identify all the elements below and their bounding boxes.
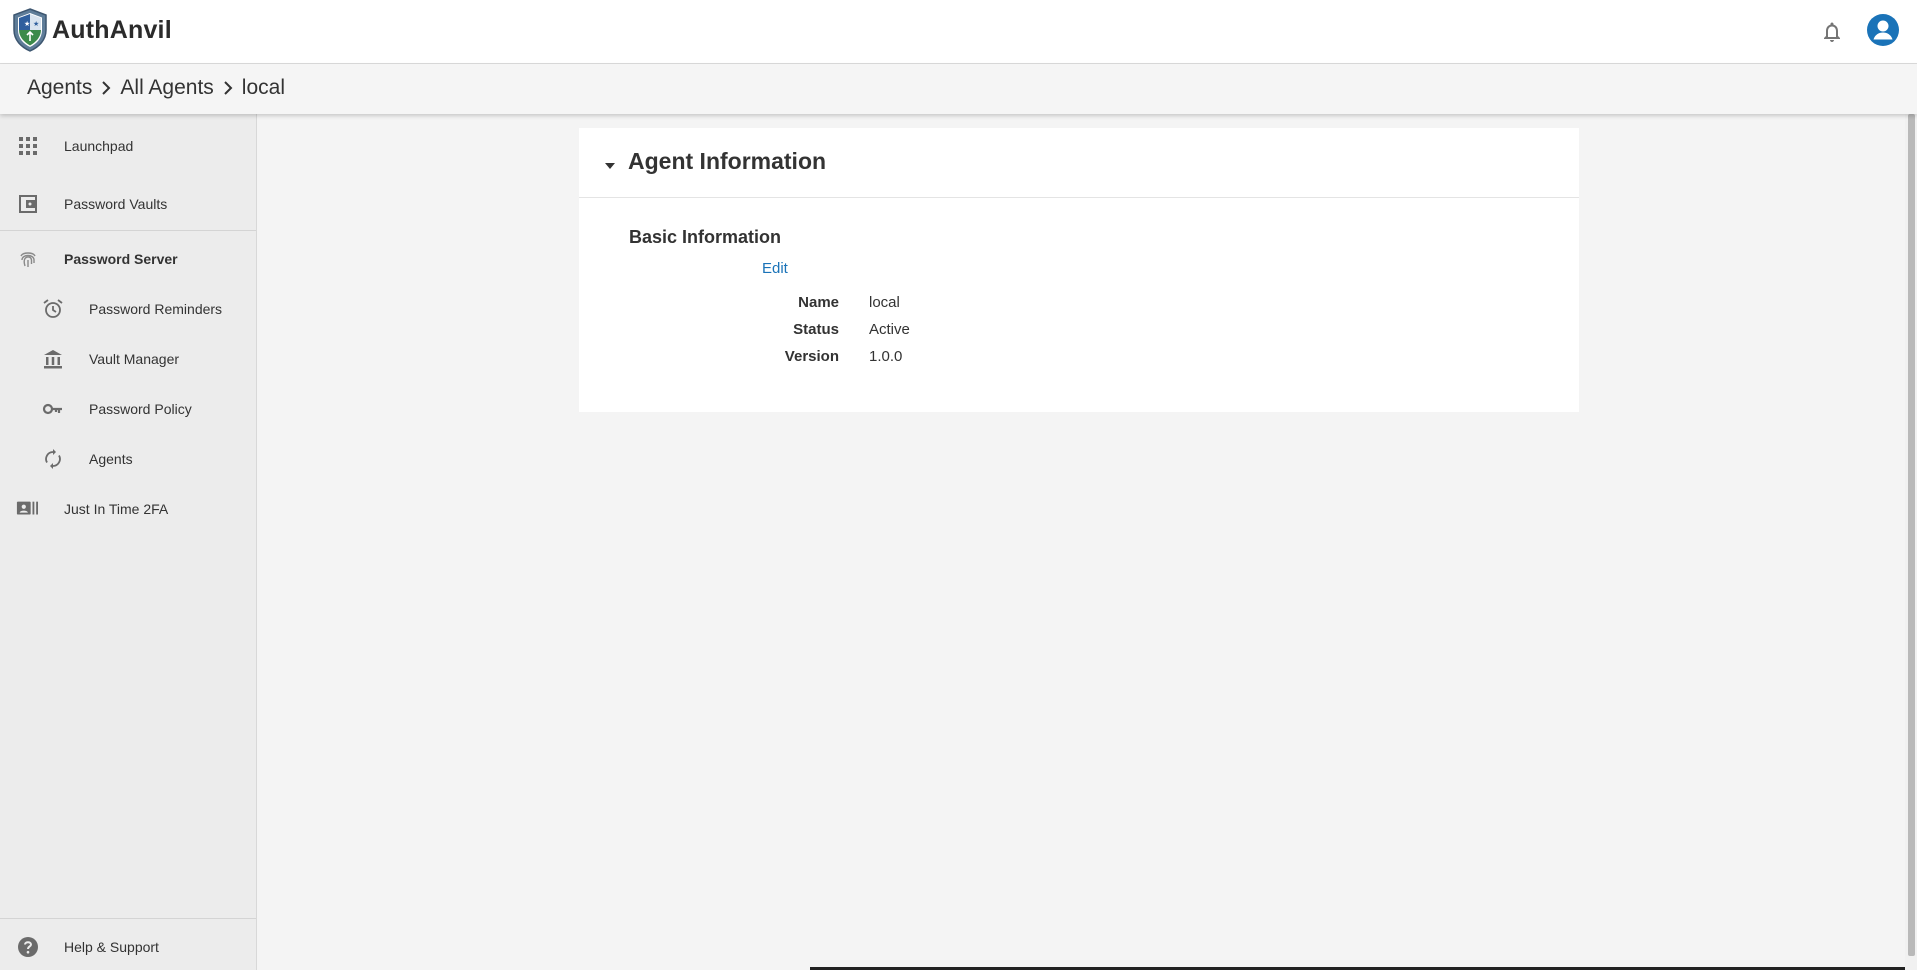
card-header[interactable]: Agent Information: [579, 128, 1579, 198]
breadcrumb-item-all-agents[interactable]: All Agents: [120, 76, 213, 100]
agent-information-card: Agent Information Basic Information Edit…: [579, 128, 1579, 412]
fingerprint-icon: [20, 252, 36, 267]
alarm-clock-icon: [43, 299, 63, 318]
app-logo[interactable]: ★ ★ AuthAnvil: [12, 8, 172, 52]
sidebar-item-label: Vault Manager: [89, 351, 180, 367]
breadcrumb-item-current: local: [241, 76, 285, 99]
bank-icon: [44, 350, 62, 369]
field-value-version: 1.0.0: [869, 348, 903, 365]
shield-logo-icon: ★ ★: [13, 8, 47, 52]
chevron-right-icon: [224, 81, 233, 95]
account-circle-icon: [1873, 20, 1893, 40]
sidebar-item-label: Help & Support: [64, 939, 159, 955]
page-scrollbar-thumb[interactable]: [1908, 114, 1915, 956]
breadcrumb-bar: Agents All Agents local: [0, 64, 1917, 114]
sidebar-divider: [0, 918, 256, 919]
sidebar-item-label: Password Policy: [89, 401, 192, 417]
svg-text:★: ★: [33, 20, 39, 28]
sync-icon: [45, 449, 61, 469]
sidebar-item-just-in-time-2fa[interactable]: Just In Time 2FA: [0, 489, 256, 529]
sidebar-item-password-server[interactable]: Password Server: [0, 239, 256, 279]
account-avatar[interactable]: [1867, 14, 1899, 46]
key-icon: [42, 403, 62, 415]
bell-icon[interactable]: [1820, 20, 1844, 44]
sidebar-item-label: Password Reminders: [89, 301, 223, 317]
sidebar-item-help-support[interactable]: Help & Support: [0, 927, 256, 967]
field-label-version: Version: [784, 348, 839, 365]
sidebar-item-label: Agents: [89, 451, 133, 467]
sidebar-item-label: Password Server: [64, 251, 178, 267]
edit-link[interactable]: Edit: [762, 260, 788, 277]
app-name: AuthAnvil: [52, 15, 172, 44]
breadcrumb: Agents All Agents local: [27, 76, 285, 100]
sidebar-item-agents[interactable]: Agents: [0, 439, 256, 479]
caret-down-icon[interactable]: [605, 163, 615, 169]
sidebar-item-password-policy[interactable]: Password Policy: [0, 389, 256, 429]
grid-icon: [19, 137, 37, 155]
sidebar-item-launchpad[interactable]: Launchpad: [0, 126, 256, 166]
sidebar-item-label: Password Vaults: [64, 196, 168, 212]
field-label-status: Status: [793, 321, 839, 338]
field-value-status: Active: [869, 321, 910, 338]
field-label-name: Name: [798, 294, 839, 311]
sidebar-item-password-reminders[interactable]: Password Reminders: [0, 289, 256, 329]
card-title: Agent Information: [628, 148, 827, 174]
chevron-right-icon: [102, 81, 111, 95]
breadcrumb-item-agents[interactable]: Agents: [27, 76, 92, 100]
top-header: ★ ★ AuthAnvil: [0, 0, 1917, 64]
sidebar-item-password-vaults[interactable]: Password Vaults: [0, 184, 256, 224]
field-value-name: local: [869, 294, 900, 311]
svg-text:★: ★: [24, 20, 30, 28]
wallet-icon: [19, 195, 37, 213]
section-title: Basic Information: [629, 227, 782, 247]
sidebar-item-label: Launchpad: [64, 138, 134, 154]
sidebar-item-vault-manager[interactable]: Vault Manager: [0, 339, 256, 379]
help-circle-icon: [18, 937, 38, 957]
contact-card-icon: [16, 501, 38, 515]
sidebar: Launchpad Password Vaults Password Serve…: [0, 114, 257, 970]
sidebar-divider: [0, 230, 256, 231]
sidebar-item-label: Just In Time 2FA: [64, 501, 169, 517]
